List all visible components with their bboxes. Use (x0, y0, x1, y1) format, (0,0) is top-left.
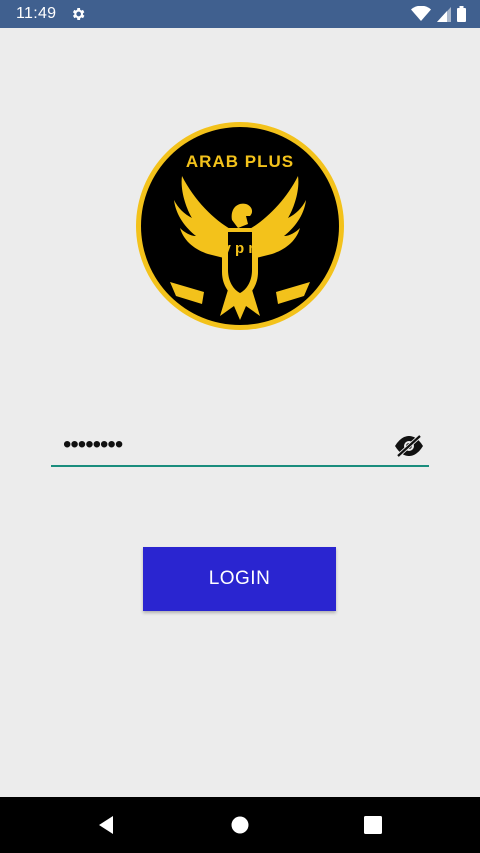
home-icon[interactable] (228, 815, 252, 835)
eye-off-icon[interactable] (393, 433, 425, 459)
logo-vpn-text: v p n (222, 240, 257, 257)
password-input[interactable]: •••••••• (63, 433, 123, 457)
status-bar: 11:49 (0, 0, 480, 28)
signal-icon (437, 6, 451, 22)
wifi-icon (411, 6, 431, 21)
recents-icon[interactable] (361, 815, 385, 835)
app-logo: ARAB PLUS v p n (136, 122, 344, 330)
login-button[interactable]: LOGIN (143, 547, 336, 611)
login-screen: ARAB PLUS v p n •••••••• LOGIN (0, 28, 480, 797)
settings-icon (72, 8, 85, 20)
status-time: 11:49 (16, 5, 57, 22)
battery-icon (457, 6, 466, 22)
status-icons (411, 6, 466, 22)
input-underline (51, 465, 429, 467)
logo-title-text: ARAB PLUS (186, 152, 294, 171)
password-field[interactable]: •••••••• (51, 423, 429, 467)
back-icon[interactable] (95, 815, 119, 835)
navigation-bar (0, 797, 480, 853)
